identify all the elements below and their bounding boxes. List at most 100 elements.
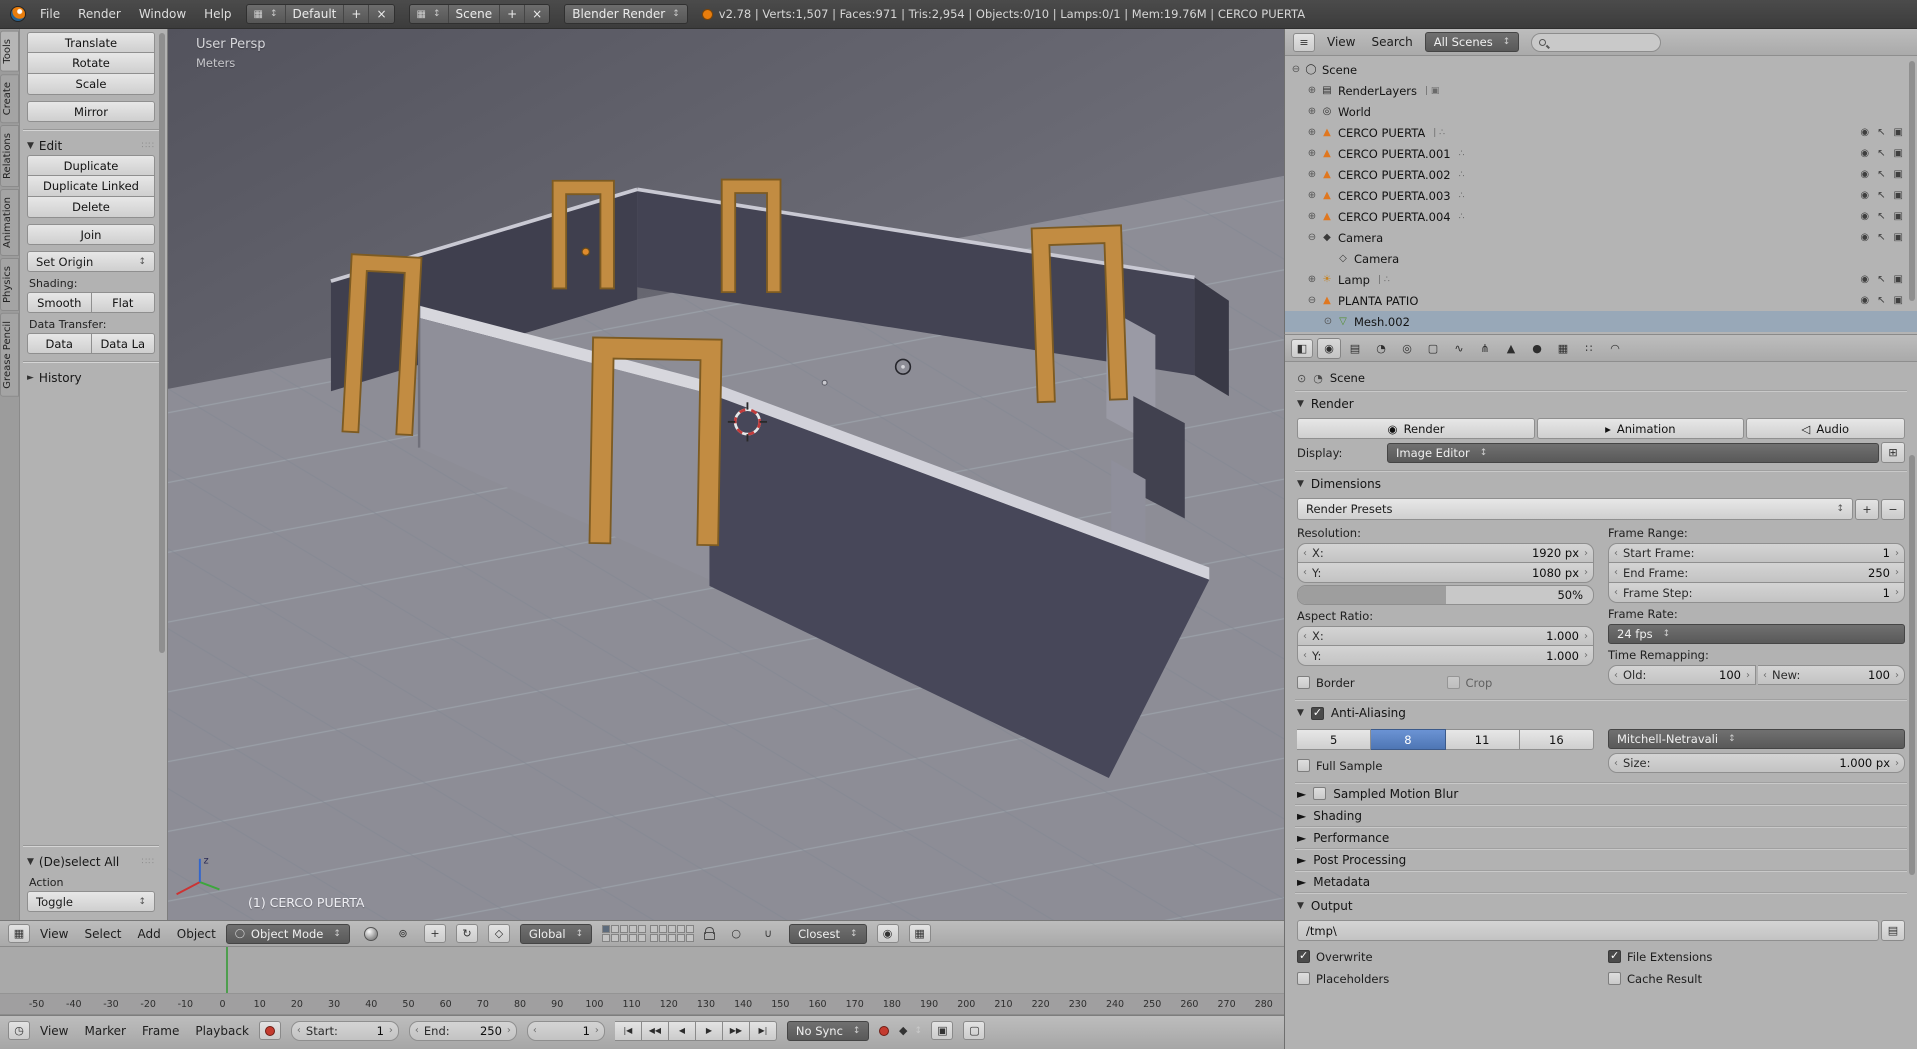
visibility-eye-icon[interactable]: ◉ (1860, 295, 1869, 306)
visibility-eye-icon[interactable]: ◉ (1860, 190, 1869, 201)
display-popout-icon[interactable]: ⊞ (1881, 442, 1905, 463)
aa-sample-button[interactable]: 5 (1297, 729, 1372, 750)
tool-shelf-tab[interactable]: Physics (0, 257, 19, 311)
tool-shelf-tab[interactable]: Create (0, 73, 19, 123)
aspect-y-field[interactable]: Y: 1.000 (1297, 646, 1594, 666)
render-engine-selector[interactable]: Blender Render (564, 4, 688, 24)
viewport-menu-item[interactable]: Add (138, 927, 161, 941)
object-name[interactable]: World (1338, 105, 1371, 119)
collapsed-panel-header[interactable]: ► Performance (1295, 826, 1907, 848)
outliner-menu-item[interactable]: View (1327, 35, 1355, 49)
properties-tab[interactable]: ◉ (1317, 337, 1341, 359)
scene-browse-icon[interactable]: ▦ (410, 5, 449, 23)
snap-target-dropdown[interactable]: Closest (789, 923, 867, 944)
add-scene-button[interactable]: + (500, 5, 526, 23)
outliner-scrollbar[interactable] (1909, 61, 1915, 301)
properties-tab[interactable]: ● (1525, 338, 1549, 359)
timeline-menu-item[interactable]: Playback (195, 1024, 249, 1038)
outliner-row[interactable]: ⊕ ▲ CERCO PUERTA | ∴ ◉ ↖ ▣ (1285, 122, 1917, 143)
visibility-eye-icon[interactable]: ◉ (1860, 148, 1869, 159)
join-button[interactable]: Join (27, 224, 155, 245)
file-extensions-checkbox[interactable]: File Extensions (1608, 947, 1905, 966)
blender-logo-icon[interactable] (10, 6, 26, 22)
aa-sample-button[interactable]: 16 (1519, 729, 1594, 750)
selectability-arrow-icon[interactable]: ↖ (1877, 148, 1885, 159)
start-frame-field[interactable]: Start: 1 (290, 1020, 399, 1041)
object-name[interactable]: PLANTA PATIO (1338, 294, 1418, 308)
3d-viewport-canvas[interactable]: z (168, 29, 1284, 920)
tool-shelf-tab[interactable]: Tools (0, 31, 19, 72)
snap-magnet-icon[interactable]: ∪ (757, 924, 779, 943)
menu-item[interactable]: File (40, 7, 60, 21)
add-screen-button[interactable]: + (344, 5, 370, 23)
transform-orientation-dropdown[interactable]: Global (519, 923, 593, 944)
properties-tab[interactable]: ∿ (1447, 338, 1471, 359)
menu-item[interactable]: Help (204, 7, 231, 21)
remap-old-field[interactable]: Old: 100 (1608, 665, 1756, 685)
mode-dropdown[interactable]: ◯ Object Mode (225, 923, 350, 944)
properties-scrollbar[interactable] (1909, 455, 1915, 875)
outliner-row[interactable]: ⊕ ▲ CERCO PUERTA.002 ∴ ◉ ↖ ▣ (1285, 164, 1917, 185)
visibility-eye-icon[interactable]: ◉ (1860, 232, 1869, 243)
timeline-strip[interactable]: -50 -40 -30 -20 -10 0 10 20 30 40 50 60 70 80 90 100 110… (0, 947, 1284, 1015)
anti-aliasing-panel-header[interactable]: ▼ Anti-Aliasing (1297, 702, 1905, 724)
render-presets-dropdown[interactable]: Render Presets (1297, 498, 1853, 520)
end-frame-field[interactable]: End Frame: 250 (1608, 563, 1905, 583)
selectability-arrow-icon[interactable]: ↖ (1877, 127, 1885, 138)
dimensions-panel-header[interactable]: ▼ Dimensions (1297, 473, 1905, 495)
manipulator-rotate-icon[interactable]: ↻ (455, 924, 478, 943)
resolution-x-field[interactable]: X: 1920 px (1297, 543, 1594, 563)
3d-viewport[interactable]: z User Persp Meters (1) CERCO PUERTA (168, 29, 1284, 920)
viewport-menu-item[interactable]: Object (177, 927, 216, 941)
selectability-arrow-icon[interactable]: ↖ (1877, 211, 1885, 222)
manipulator-scale-icon[interactable]: ◇ (487, 924, 510, 943)
properties-tab[interactable]: ▲ (1499, 338, 1523, 359)
object-name[interactable]: CERCO PUERTA.001 (1338, 147, 1451, 161)
end-frame-field[interactable]: End: 250 (408, 1020, 517, 1041)
renderability-camera-icon[interactable]: ▣ (1894, 190, 1903, 201)
editor-type-timeline-icon[interactable]: ◷ (8, 1021, 30, 1040)
render-audio-button[interactable]: ◁ Audio (1745, 418, 1905, 439)
editor-type-outliner-icon[interactable]: ≡ (1293, 32, 1315, 52)
playback-button[interactable]: ▶ (695, 1020, 723, 1041)
object-name[interactable]: RenderLayers (1338, 84, 1417, 98)
pin-icon[interactable]: ⊙ (1297, 372, 1306, 385)
expander-icon[interactable]: ⊖ (1305, 295, 1319, 306)
output-panel-header[interactable]: ▼ Output (1297, 895, 1905, 917)
resolution-percentage-slider[interactable]: 50% (1297, 585, 1594, 605)
outliner-row[interactable]: ◇ Camera ◉ ↖ ▣ (1285, 248, 1917, 269)
output-path-field[interactable]: /tmp\ (1297, 920, 1879, 941)
outliner-row[interactable]: ⊕ ▲ CERCO PUERTA.004 ∴ ◉ ↖ ▣ (1285, 206, 1917, 227)
crop-checkbox[interactable]: Crop (1446, 673, 1595, 692)
object-name[interactable]: Camera (1354, 252, 1399, 266)
playback-button[interactable]: |◀ (614, 1020, 642, 1041)
playback-button[interactable]: ◀◀ (641, 1020, 669, 1041)
render-panel-header[interactable]: ▼ Render (1297, 393, 1905, 415)
screen-layout-name[interactable]: Default (286, 5, 345, 23)
object-name[interactable]: Camera (1338, 231, 1383, 245)
visibility-eye-icon[interactable]: ◉ (1860, 127, 1869, 138)
editor-type-properties-icon[interactable]: ◧ (1291, 338, 1313, 358)
editor-type-3dview-icon[interactable]: ▦ (8, 924, 30, 943)
keyframe-delete-icon[interactable]: ▢ (963, 1021, 986, 1040)
visibility-eye-icon[interactable]: ◉ (1860, 211, 1869, 222)
timeline-menu-item[interactable]: View (40, 1024, 68, 1038)
tool-shelf-tab[interactable]: Animation (0, 188, 19, 256)
overwrite-checkbox[interactable]: Overwrite (1297, 947, 1594, 966)
collapsed-panel-header[interactable]: ► Shading (1295, 804, 1907, 826)
aa-filter-dropdown[interactable]: Mitchell-Netravali (1608, 729, 1905, 749)
expander-icon[interactable]: ⊕ (1305, 274, 1319, 285)
opengl-render-image-icon[interactable]: ◉ (876, 924, 899, 943)
collapsed-panel-header[interactable]: ► Post Processing (1295, 848, 1907, 870)
layers-widget[interactable] (602, 925, 695, 942)
translate-button[interactable]: Translate (27, 32, 155, 53)
selectability-arrow-icon[interactable]: ↖ (1877, 274, 1885, 285)
renderability-camera-icon[interactable]: ▣ (1894, 148, 1903, 159)
mirror-button[interactable]: Mirror (27, 101, 155, 122)
playback-button[interactable]: ◀ (668, 1020, 696, 1041)
close-scene-button[interactable]: × (525, 5, 549, 23)
visibility-eye-icon[interactable]: ◉ (1860, 274, 1869, 285)
edit-panel-header[interactable]: ▼ Edit ∷∷ (27, 137, 155, 155)
playback-button[interactable]: ▶▶ (722, 1020, 750, 1041)
history-panel-header[interactable]: ► History (27, 369, 155, 387)
